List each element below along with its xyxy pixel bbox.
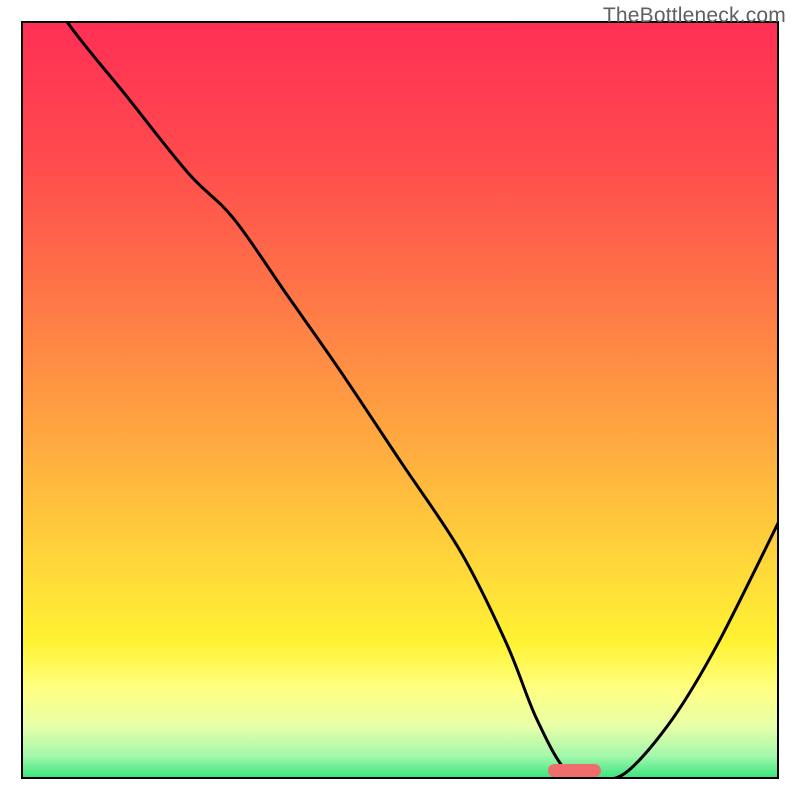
attribution-label: TheBottleneck.com [603, 4, 786, 28]
plot-area [21, 21, 779, 779]
chart-container: TheBottleneck.com [0, 0, 800, 800]
optimal-marker [548, 764, 601, 777]
curve-layer [21, 21, 779, 779]
bottleneck-curve [21, 21, 779, 779]
